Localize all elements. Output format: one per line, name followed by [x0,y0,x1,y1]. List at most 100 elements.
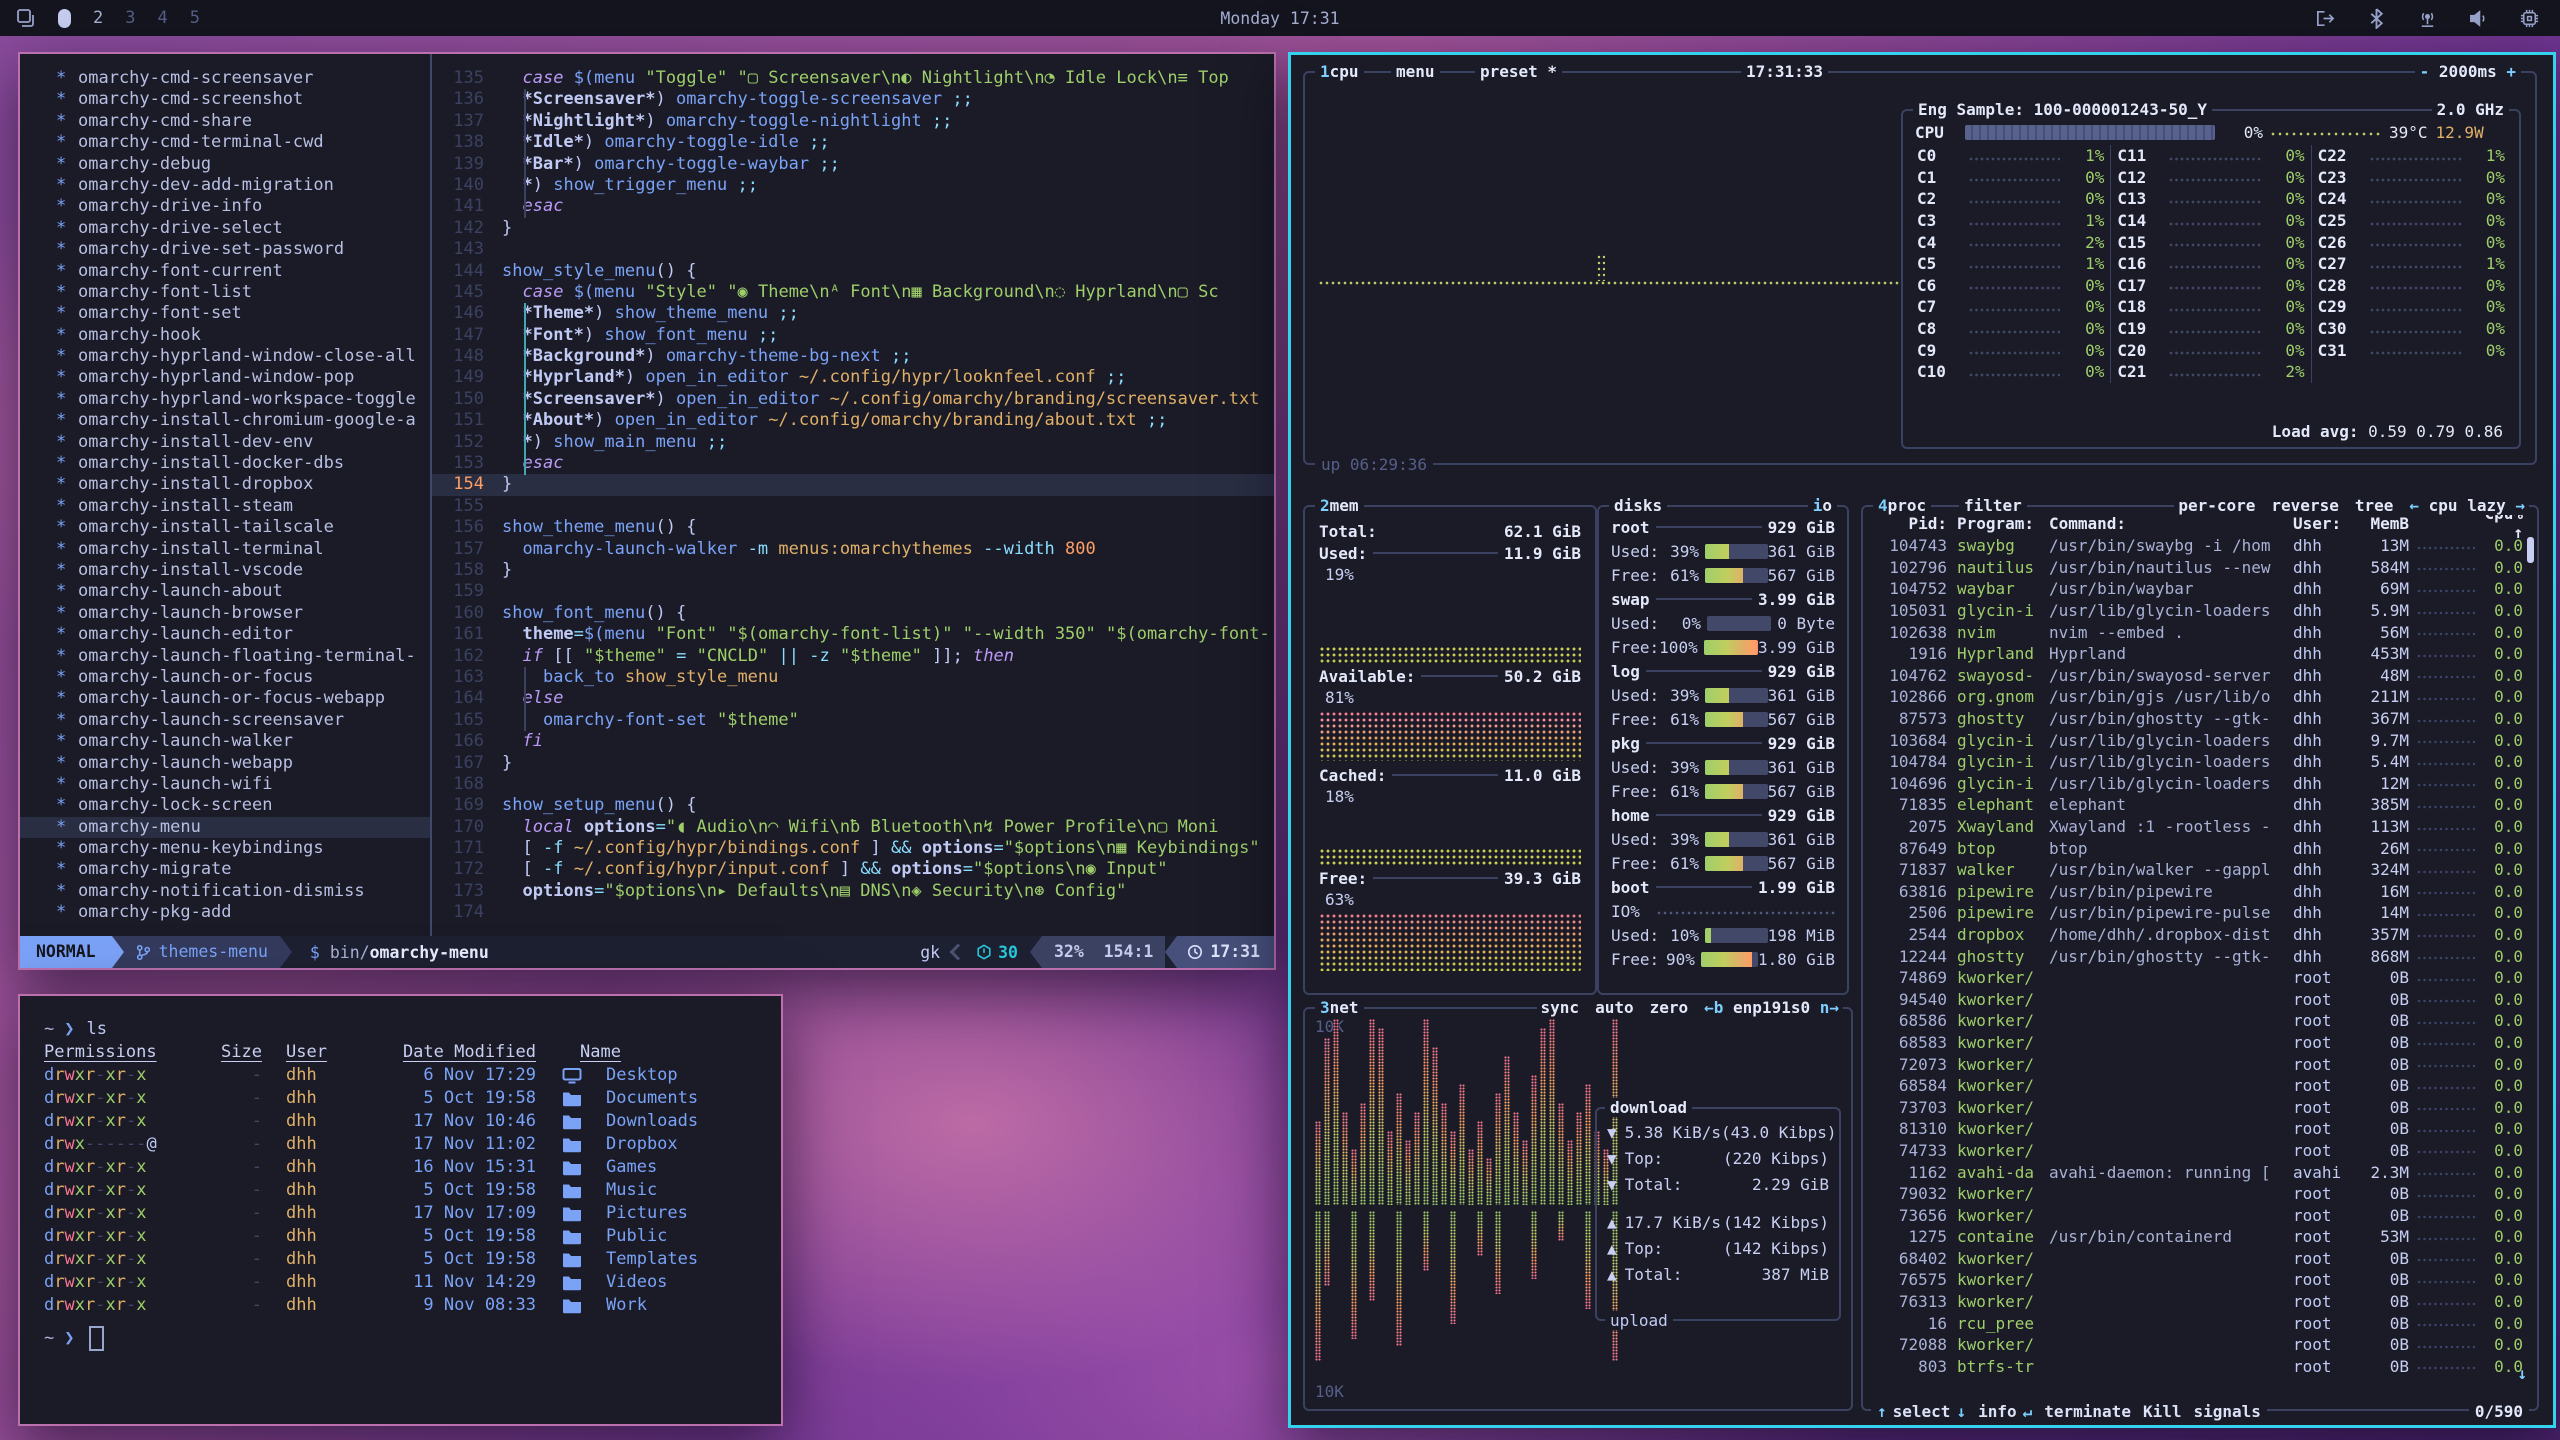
code-line[interactable]: 139 *Bar*) omarchy-toggle-waybar ;; [432,154,1274,175]
volume-icon[interactable] [2468,8,2489,29]
process-row[interactable]: 2544dropbox/home/dhh/.dropbox-distdhh357… [1863,924,2537,946]
file-list-item[interactable]: *omarchy-font-list [20,282,430,303]
signals-action[interactable]: signals [2187,1402,2266,1421]
code-line[interactable]: 137 *Nightlight*) omarchy-toggle-nightli… [432,111,1274,132]
code-line[interactable]: 151 *About*) open_in_editor ~/.config/om… [432,410,1274,431]
process-row[interactable]: 102866org.gnom/usr/bin/gjs /usr/lib/odhh… [1863,686,2537,708]
reverse-toggle[interactable]: reverse [2271,496,2338,515]
workspace-active-indicator[interactable] [58,9,71,28]
code-line[interactable]: 157 omarchy-launch-walker -m menus:omarc… [432,539,1274,560]
code-line[interactable]: 143 [432,239,1274,260]
bluetooth-icon[interactable] [2366,8,2387,29]
code-line[interactable]: 161 theme=$(menu "Font" "$(omarchy-font-… [432,624,1274,645]
process-row[interactable]: 68584kworker/root0B0.0 [1863,1075,2537,1097]
file-list-item[interactable]: *omarchy-cmd-screenshot [20,89,430,110]
filter-button[interactable]: filter [1959,496,2027,515]
code-line[interactable]: 155 [432,496,1274,517]
preset-button[interactable]: preset * [1475,62,1562,81]
file-list-item[interactable]: *omarchy-install-dev-env [20,432,430,453]
code-line[interactable]: 152 *) show_main_menu ;; [432,432,1274,453]
process-row[interactable]: 2075XwaylandXwayland :1 -rootless -dhh11… [1863,816,2537,838]
code-line[interactable]: 144show_style_menu() { [432,261,1274,282]
process-row[interactable]: 1916HyprlandHyprlanddhh453M0.0 [1863,643,2537,665]
file-list-item[interactable]: *omarchy-install-docker-dbs [20,453,430,474]
process-row[interactable]: 76575kworker/root0B0.0 [1863,1269,2537,1291]
process-row[interactable]: 104762swayosd-/usr/bin/swayosd-serverdhh… [1863,665,2537,687]
screencast-icon[interactable] [2315,8,2336,29]
chip-icon[interactable] [2519,8,2540,29]
file-list-item[interactable]: *omarchy-hyprland-window-pop [20,367,430,388]
kill-action[interactable]: Kill [2137,1402,2188,1421]
net-box-title[interactable]: 3net [1315,998,1364,1017]
file-list-item[interactable]: *omarchy-menu [20,817,430,838]
file-list-item[interactable]: *omarchy-install-dropbox [20,474,430,495]
net-auto-toggle[interactable]: auto [1595,998,1634,1017]
code-line[interactable]: 168 [432,774,1274,795]
info-action[interactable]: info↵ [1972,1402,2038,1421]
workspace-2[interactable]: 2 [93,8,103,28]
process-row[interactable]: 1162avahi-daavahi-daemon: running [avahi… [1863,1161,2537,1183]
mem-box-title[interactable]: 2mem [1315,496,1364,515]
process-row[interactable]: 103684glycin-i/usr/lib/glycin-loadersdhh… [1863,729,2537,751]
file-list-item[interactable]: *omarchy-hyprland-workspace-toggle [20,389,430,410]
code-line[interactable]: 156show_theme_menu() { [432,517,1274,538]
file-list-item[interactable]: *omarchy-launch-wifi [20,774,430,795]
select-action[interactable]: ↑select↓ [1871,1402,1972,1421]
file-list-item[interactable]: *omarchy-launch-walker [20,731,430,752]
process-row[interactable]: 72088kworker/root0B0.0 [1863,1334,2537,1356]
file-list-item[interactable]: *omarchy-launch-or-focus [20,667,430,688]
process-row[interactable]: 16rcu_preeroot0B0.0 [1863,1312,2537,1334]
disks-box-title[interactable]: disks [1609,496,1667,515]
code-line[interactable]: 162 if [[ "$theme" = "CNCLD" || -z "$the… [432,646,1274,667]
code-line[interactable]: 138 *Idle*) omarchy-toggle-idle ;; [432,132,1274,153]
process-row[interactable]: 71835elephantelephantdhh385M0.0 [1863,794,2537,816]
process-row[interactable]: 105031glycin-i/usr/lib/glycin-loadersdhh… [1863,600,2537,622]
code-line[interactable]: 172 [ -f ~/.config/hypr/input.conf ] && … [432,859,1274,880]
process-row[interactable]: 12244ghostty/usr/bin/ghostty --gtk-dhh86… [1863,945,2537,967]
process-row[interactable]: 104743swaybg/usr/bin/swaybg -i /homdhh13… [1863,535,2537,557]
process-row[interactable]: 803btrfs-trroot0B0.0 [1863,1356,2537,1378]
cpu-box-title[interactable]: 1cpu [1315,62,1364,81]
file-list-item[interactable]: *omarchy-launch-screensaver [20,710,430,731]
code-line[interactable]: 170 local options="◖ Audio\n◠ Wifi\nƀ Bl… [432,817,1274,838]
sort-selector[interactable]: ← cpu lazy → [2409,496,2525,515]
per-core-toggle[interactable]: per-core [2178,496,2255,515]
code-line[interactable]: 142} [432,218,1274,239]
file-list-item[interactable]: *omarchy-launch-or-focus-webapp [20,688,430,709]
proc-box-title[interactable]: 4proc [1873,496,1931,515]
terminal-body[interactable]: ~❯ls PermissionsSizeUserDate ModifiedNam… [20,996,781,1350]
file-list-item[interactable]: *omarchy-debug [20,154,430,175]
process-row[interactable]: 74733kworker/root0B0.0 [1863,1140,2537,1162]
code-line[interactable]: 158} [432,560,1274,581]
code-line[interactable]: 167} [432,753,1274,774]
file-list-item[interactable]: *omarchy-migrate [20,859,430,880]
process-row[interactable]: 87649btopbtopdhh26M0.0 [1863,837,2537,859]
file-list-item[interactable]: *omarchy-install-steam [20,496,430,517]
terminate-action[interactable]: terminate [2038,1402,2137,1421]
file-list-item[interactable]: *omarchy-font-set [20,303,430,324]
code-line[interactable]: 148 *Background*) omarchy-theme-bg-next … [432,346,1274,367]
file-list-item[interactable]: *omarchy-install-chromium-google-a [20,410,430,431]
net-zero-toggle[interactable]: zero [1650,998,1689,1017]
process-row[interactable]: 102638nvimnvim --embed .dhh56M0.0 [1863,621,2537,643]
code-line[interactable]: 141 esac [432,196,1274,217]
code-line[interactable]: 153 esac [432,453,1274,474]
code-line[interactable]: 174 [432,902,1274,923]
file-list-item[interactable]: *omarchy-dev-add-migration [20,175,430,196]
file-list-item[interactable]: *omarchy-install-tailscale [20,517,430,538]
process-row[interactable]: 74869kworker/root0B0.0 [1863,967,2537,989]
process-row[interactable]: 94540kworker/root0B0.0 [1863,988,2537,1010]
file-list-item[interactable]: *omarchy-install-vscode [20,560,430,581]
process-row[interactable]: 79032kworker/root0B0.0 [1863,1183,2537,1205]
file-list-item[interactable]: *omarchy-pkg-add [20,902,430,923]
code-line[interactable]: 146 *Theme*) show_theme_menu ;; [432,303,1274,324]
process-row[interactable]: 1275containe/usr/bin/containerdroot53M0.… [1863,1226,2537,1248]
process-row[interactable]: 63816pipewire/usr/bin/pipewiredhh16M0.0 [1863,881,2537,903]
file-list-item[interactable]: *omarchy-lock-screen [20,795,430,816]
file-list-item[interactable]: *omarchy-cmd-share [20,111,430,132]
file-list-item[interactable]: *omarchy-hook [20,325,430,346]
process-row[interactable]: 102796nautilus/usr/bin/nautilus --newdhh… [1863,557,2537,579]
file-list-item[interactable]: *omarchy-drive-set-password [20,239,430,260]
workspace-3[interactable]: 3 [125,8,135,28]
tree-toggle[interactable]: tree [2355,496,2394,515]
